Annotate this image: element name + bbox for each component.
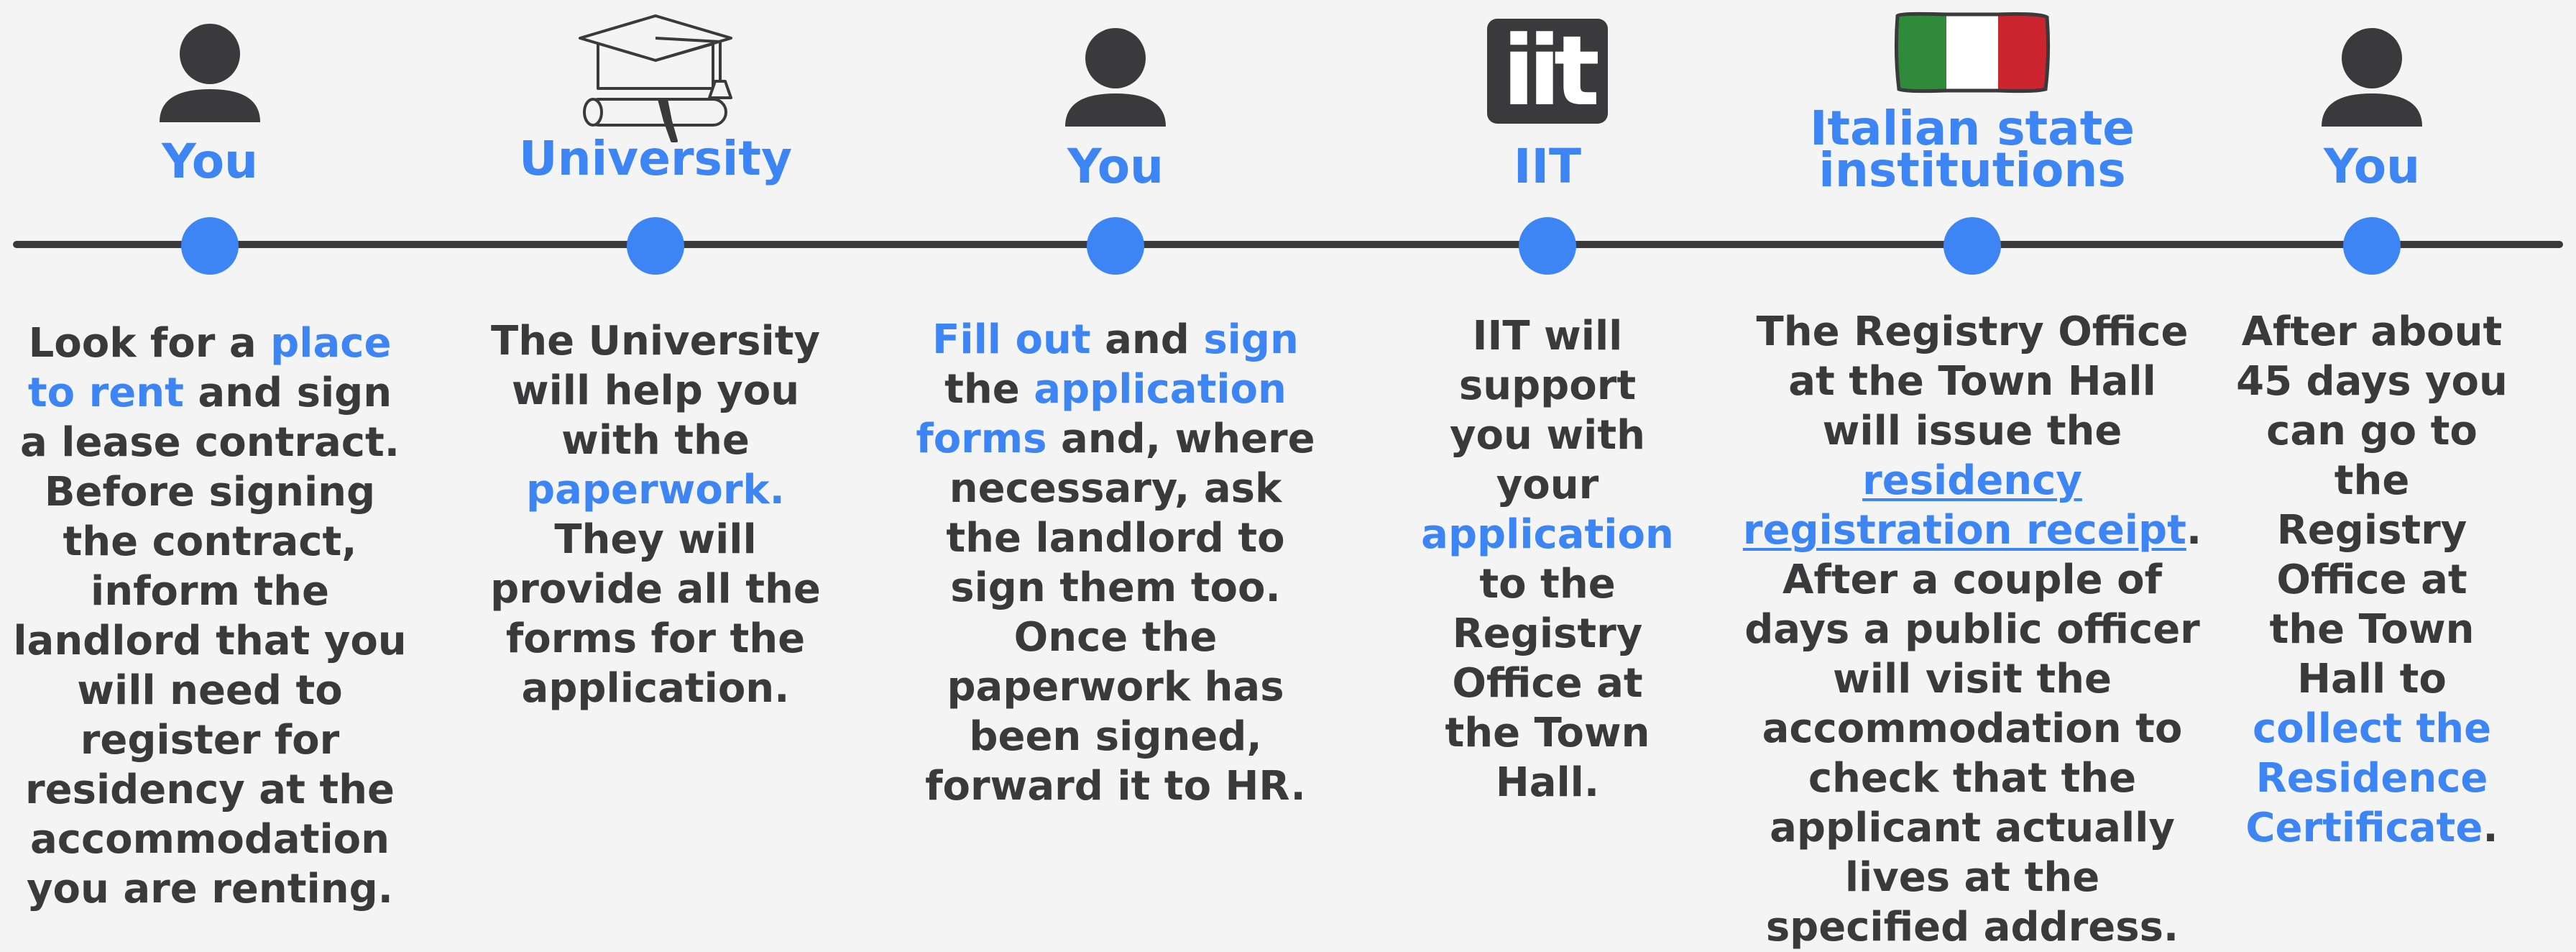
step-actor: You bbox=[161, 134, 259, 189]
description-text: . After a couple of days a public office… bbox=[1744, 507, 2202, 951]
highlight-text: sign bbox=[1203, 316, 1299, 363]
step-description: The Registry Office at the Town Hall wil… bbox=[1742, 307, 2202, 952]
timeline-dot bbox=[1087, 217, 1144, 275]
step-actor: Italian state institutions bbox=[1809, 101, 2135, 198]
highlight-text: application bbox=[1421, 511, 1674, 558]
description-text: and, where necessary, ask the landlord t… bbox=[925, 416, 1315, 810]
timeline-step-4: iit IIT IIT will support you with your a… bbox=[1346, 0, 1749, 900]
iit-logo-icon: iit bbox=[1487, 19, 1608, 124]
step-description: After about 45 days you can go to the Re… bbox=[2235, 307, 2508, 853]
step-actor: University bbox=[518, 131, 792, 186]
highlight-text: collect the Residence Certificate bbox=[2245, 705, 2492, 851]
description-text: They will provide all the forms for the … bbox=[490, 516, 821, 712]
description-text: The University will help you with the bbox=[491, 318, 820, 464]
person-icon bbox=[160, 14, 260, 125]
timeline-step-3: You Fill out and sign the application fo… bbox=[914, 0, 1317, 900]
timeline-dot bbox=[1944, 217, 2001, 275]
step-actor: You bbox=[2323, 139, 2421, 194]
description-text: . bbox=[2483, 805, 2498, 851]
graduation-cap-diploma-icon bbox=[573, 13, 738, 145]
italian-flag-icon bbox=[1893, 10, 2051, 98]
step-description: IIT will support you with your applicati… bbox=[1418, 311, 1677, 807]
description-text: IIT will support you with your bbox=[1450, 313, 1645, 508]
timeline-dot bbox=[1519, 217, 1576, 275]
description-text: and sign a lease contract. Before signin… bbox=[13, 370, 407, 912]
step-description: Look for a place to rent and sign a leas… bbox=[9, 319, 411, 914]
timeline-step-6: You After about 45 days you can go to th… bbox=[2171, 0, 2573, 900]
highlight-text: Fill out bbox=[932, 316, 1091, 363]
timeline-dot bbox=[627, 217, 684, 275]
description-text: to the Registry Office at the Town Hall. bbox=[1445, 561, 1650, 806]
description-text: The Registry Office at the Town Hall wil… bbox=[1756, 308, 2189, 454]
description-text: Look for a bbox=[28, 320, 271, 367]
description-text: and bbox=[1090, 316, 1204, 363]
step-description: Fill out and sign the application forms … bbox=[914, 315, 1317, 811]
description-text: After about 45 days you can go to the Re… bbox=[2236, 308, 2508, 702]
person-icon bbox=[2322, 19, 2422, 129]
highlight-text: paperwork. bbox=[526, 467, 785, 513]
link-text[interactable]: residency registration receipt bbox=[1743, 457, 2186, 554]
timeline-step-2: University The University will help you … bbox=[454, 0, 857, 900]
step-actor: IIT bbox=[1513, 139, 1582, 194]
timeline-dot bbox=[2343, 217, 2401, 275]
person-icon bbox=[1065, 19, 1166, 129]
step-actor: You bbox=[1067, 139, 1164, 194]
timeline-step-5: Italian state institutions The Registry … bbox=[1743, 0, 2202, 951]
description-text: the bbox=[944, 366, 1034, 413]
timeline-step-1: You Look for a place to rent and sign a … bbox=[9, 0, 411, 912]
step-description: The University will help you with the pa… bbox=[487, 316, 824, 713]
timeline-dot bbox=[181, 217, 239, 275]
